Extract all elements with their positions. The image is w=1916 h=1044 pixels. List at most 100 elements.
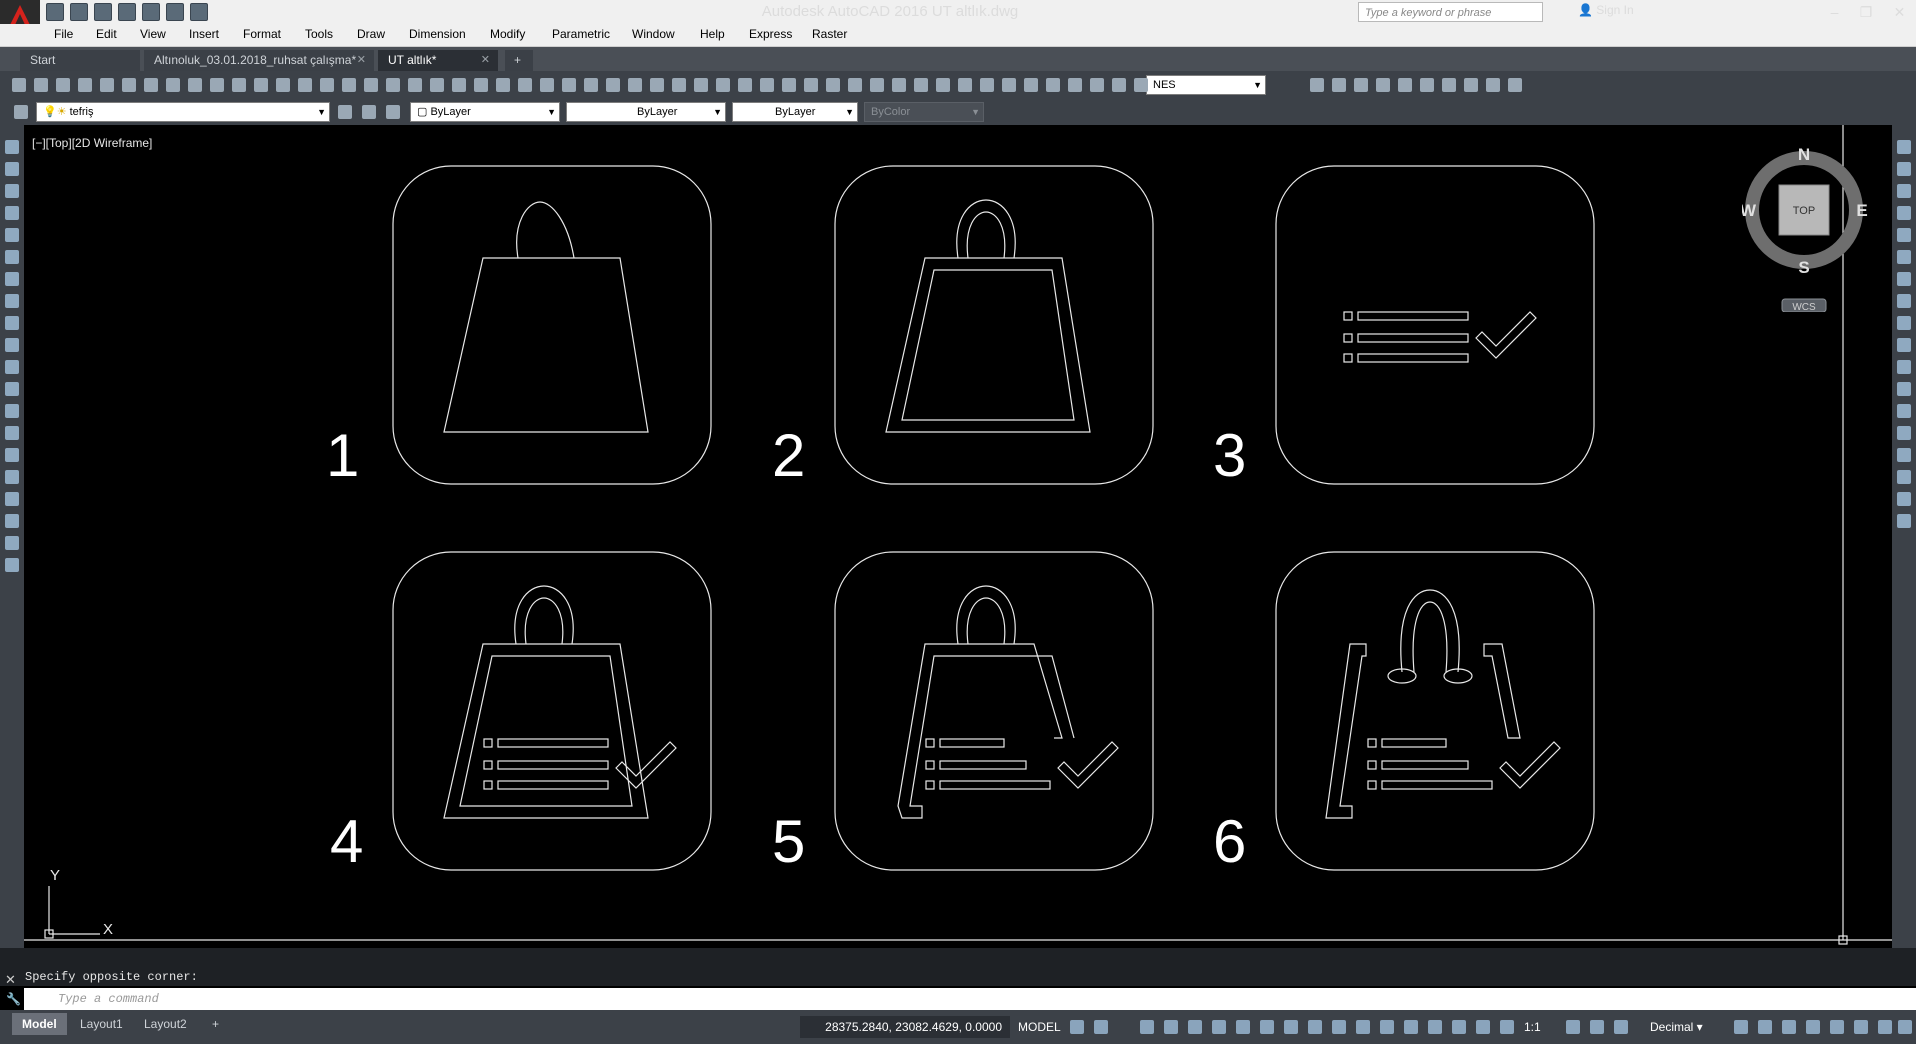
toolbar-tool-icon-32[interactable] (694, 78, 708, 92)
toolbar-tool-icon-33[interactable] (716, 78, 730, 92)
toolbar-tool-icon-44[interactable] (958, 78, 972, 92)
toolbar-tool-icon-46[interactable] (1002, 78, 1016, 92)
status-toggle-icon-3[interactable] (1140, 1020, 1154, 1034)
toolbar-tool-icon-41[interactable] (892, 78, 906, 92)
modify-tool-icon-9[interactable] (1897, 316, 1911, 330)
toolbar-tool-icon-45[interactable] (980, 78, 994, 92)
toolbar-tool-icon-48[interactable] (1046, 78, 1060, 92)
modify-tool-icon-4[interactable] (1897, 206, 1911, 220)
compass-south[interactable]: S (1798, 258, 1809, 277)
toolbar-tool-icon-59[interactable] (1442, 78, 1456, 92)
status-toggle-icon-27[interactable] (1854, 1020, 1868, 1034)
toolbar-tool-icon-21[interactable] (452, 78, 466, 92)
draw-tool-icon-18[interactable] (5, 514, 19, 528)
status-toggle-icon-4[interactable] (1164, 1020, 1178, 1034)
toolbar-tool-icon-22[interactable] (474, 78, 488, 92)
modify-tool-icon-18[interactable] (1897, 514, 1911, 528)
draw-tool-icon-14[interactable] (5, 426, 19, 440)
toolbar-tool-icon-36[interactable] (782, 78, 796, 92)
toolbar-tool-icon-62[interactable] (1508, 78, 1522, 92)
toolbar-tool-icon-19[interactable] (408, 78, 422, 92)
draw-tool-icon-9[interactable] (5, 316, 19, 330)
icon-tile-5[interactable] (834, 551, 1154, 871)
modify-tool-icon-17[interactable] (1897, 492, 1911, 506)
layer-tool-icon-2[interactable] (338, 105, 352, 119)
draw-tool-icon-13[interactable] (5, 404, 19, 418)
toolbar-tool-icon-24[interactable] (518, 78, 532, 92)
toolbar-tool-icon-31[interactable] (672, 78, 686, 92)
toolbar-tool-icon-5[interactable] (100, 78, 114, 92)
status-toggle-icon-11[interactable] (1332, 1020, 1346, 1034)
toolbar-tool-icon-47[interactable] (1024, 78, 1038, 92)
status-toggle-icon-1[interactable] (1070, 1020, 1084, 1034)
status-toggle-icon-2[interactable] (1094, 1020, 1108, 1034)
modify-tool-icon-12[interactable] (1897, 382, 1911, 396)
toolbar-tool-icon-43[interactable] (936, 78, 950, 92)
toolbar-tool-icon-6[interactable] (122, 78, 136, 92)
toolbar-tool-icon-20[interactable] (430, 78, 444, 92)
draw-tool-icon-8[interactable] (5, 294, 19, 308)
draw-tool-icon-5[interactable] (5, 228, 19, 242)
status-toggle-icon-15[interactable] (1428, 1020, 1442, 1034)
toolbar-tool-icon-52[interactable] (1134, 78, 1148, 92)
tab-layout2[interactable]: Layout2 (134, 1013, 197, 1035)
toolbar-tool-icon-55[interactable] (1354, 78, 1368, 92)
customize-wrench-icon[interactable]: 🔧 (6, 992, 21, 1006)
viewcube[interactable]: TOP N S E W WCS (1742, 142, 1870, 312)
icon-tile-2[interactable] (834, 165, 1154, 485)
modify-tool-icon-15[interactable] (1897, 448, 1911, 462)
toolbar-tool-icon-51[interactable] (1112, 78, 1126, 92)
toolbar-tool-icon-12[interactable] (254, 78, 268, 92)
annotation-scale[interactable]: 1:1 (1524, 1016, 1541, 1038)
units-select[interactable]: Decimal ▾ (1650, 1016, 1703, 1038)
status-toggle-icon-18[interactable] (1500, 1020, 1514, 1034)
status-toggle-icon-5[interactable] (1188, 1020, 1202, 1034)
status-toggle-icon-9[interactable] (1284, 1020, 1298, 1034)
toolbar-tool-icon-40[interactable] (870, 78, 884, 92)
status-toggle-icon-8[interactable] (1260, 1020, 1274, 1034)
toolbar-tool-icon-50[interactable] (1090, 78, 1104, 92)
status-toggle-icon-7[interactable] (1236, 1020, 1250, 1034)
status-toggle-icon-28[interactable] (1878, 1020, 1892, 1034)
compass-west[interactable]: W (1742, 201, 1757, 220)
draw-tool-icon-11[interactable] (5, 360, 19, 374)
status-toggle-icon-6[interactable] (1212, 1020, 1226, 1034)
toolbar-tool-icon-34[interactable] (738, 78, 752, 92)
modify-tool-icon-8[interactable] (1897, 294, 1911, 308)
status-toggle-icon-22[interactable] (1734, 1020, 1748, 1034)
draw-tool-icon-19[interactable] (5, 536, 19, 550)
toolbar-tool-icon-61[interactable] (1486, 78, 1500, 92)
modify-tool-icon-16[interactable] (1897, 470, 1911, 484)
toolbar-tool-icon-16[interactable] (342, 78, 356, 92)
toolbar-tool-icon-9[interactable] (188, 78, 202, 92)
toolbar-tool-icon-1[interactable] (12, 78, 26, 92)
status-toggle-icon-14[interactable] (1404, 1020, 1418, 1034)
toolbar-tool-icon-39[interactable] (848, 78, 862, 92)
toolbar-tool-icon-11[interactable] (232, 78, 246, 92)
layer-tool-icon-4[interactable] (386, 105, 400, 119)
modify-tool-icon-3[interactable] (1897, 184, 1911, 198)
draw-tool-icon-4[interactable] (5, 206, 19, 220)
toolbar-tool-icon-17[interactable] (364, 78, 378, 92)
status-toggle-icon-26[interactable] (1830, 1020, 1844, 1034)
icon-tile-1[interactable] (392, 165, 712, 485)
toolbar-tool-icon-8[interactable] (166, 78, 180, 92)
draw-tool-icon-10[interactable] (5, 338, 19, 352)
toolbar-tool-icon-13[interactable] (276, 78, 290, 92)
toolbar-tool-icon-42[interactable] (914, 78, 928, 92)
status-toggle-icon-19[interactable] (1566, 1020, 1580, 1034)
draw-tool-icon-15[interactable] (5, 448, 19, 462)
add-layout-button[interactable]: + (202, 1013, 229, 1035)
toolbar-tool-icon-15[interactable] (320, 78, 334, 92)
toolbar-tool-icon-2[interactable] (34, 78, 48, 92)
toolbar-tool-icon-58[interactable] (1420, 78, 1434, 92)
draw-tool-icon-20[interactable] (5, 558, 19, 572)
toolbar-tool-icon-10[interactable] (210, 78, 224, 92)
status-toggle-icon-12[interactable] (1356, 1020, 1370, 1034)
toolbar-tool-icon-25[interactable] (540, 78, 554, 92)
draw-tool-icon-12[interactable] (5, 382, 19, 396)
toolbar-tool-icon-38[interactable] (826, 78, 840, 92)
toolbar-tool-icon-23[interactable] (496, 78, 510, 92)
status-toggle-icon-23[interactable] (1758, 1020, 1772, 1034)
status-toggle-icon-21[interactable] (1614, 1020, 1628, 1034)
